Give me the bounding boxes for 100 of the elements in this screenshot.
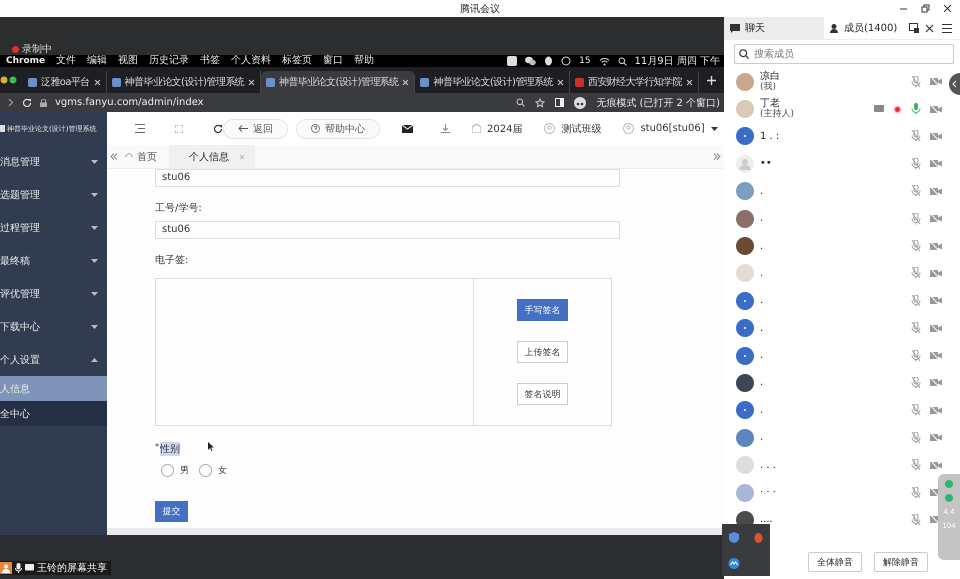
avatar-photo <box>736 374 754 392</box>
class-selector[interactable]: 测试班级 <box>544 122 602 136</box>
new-tab-icon[interactable] <box>706 76 716 84</box>
download-icon[interactable] <box>441 124 450 133</box>
avatar-photo <box>736 182 754 200</box>
sidebar-item[interactable]: 选题管理 <box>0 178 107 211</box>
mic-muted-icon <box>911 514 921 526</box>
panel-button[interactable]: 全体静音 <box>808 552 862 572</box>
page-tab[interactable]: 首页 <box>121 145 169 168</box>
menu-fold-icon[interactable] <box>135 124 145 133</box>
chat-icon <box>730 24 740 32</box>
year-selector[interactable]: 2024届 <box>472 122 522 136</box>
close-icon[interactable] <box>925 24 934 32</box>
mic-muted-icon <box>911 294 921 307</box>
site-icon <box>112 78 121 86</box>
caret-down-icon <box>91 324 98 328</box>
panel-tab[interactable]: 聊天 <box>724 17 824 39</box>
reload-icon[interactable] <box>213 124 223 134</box>
menu-item[interactable]: 个人资料 <box>231 55 272 67</box>
mic-muted-icon <box>911 350 921 362</box>
search-field[interactable]: 搜索成员 <box>734 44 954 64</box>
recording-label: 录制中 <box>22 44 52 55</box>
back-button[interactable]: 返回 <box>223 118 288 138</box>
mic-muted-icon <box>911 376 921 389</box>
sidebar-item[interactable]: 个人设置 <box>0 343 107 376</box>
incognito-label[interactable]: 无痕模式 (已打开 2 个窗口) <box>596 96 720 110</box>
building-icon <box>472 124 481 133</box>
cloud-icon[interactable] <box>728 558 740 568</box>
member-name: 1 . : <box>760 130 780 142</box>
menu-item[interactable]: 书签 <box>200 55 220 67</box>
sharer-badge: 王铃的屏幕共享 <box>0 561 111 575</box>
sidebar-item[interactable]: 过程管理 <box>0 211 107 244</box>
mail-icon[interactable] <box>402 124 413 132</box>
member-role: (我) <box>760 82 778 93</box>
camera-off-icon <box>930 240 942 252</box>
caret-down-icon <box>91 192 98 196</box>
panel-button[interactable]: 解除静音 <box>874 552 928 572</box>
shield-icon[interactable] <box>729 532 739 542</box>
radio-button[interactable] <box>161 464 174 477</box>
penguin-icon <box>544 56 554 66</box>
menu-item[interactable]: 历史记录 <box>149 55 190 67</box>
text-field[interactable]: stu06 <box>155 221 620 239</box>
mic-muted-icon <box>911 486 921 499</box>
zoom-icon[interactable] <box>516 98 526 107</box>
screen-icon <box>25 564 34 572</box>
help-button[interactable]: 帮助中心 <box>296 118 380 138</box>
member-name: . <box>760 240 764 252</box>
mic-muted-icon <box>911 212 921 225</box>
menu-item[interactable]: 视图 <box>118 55 138 67</box>
signature-button[interactable]: 上传签名 <box>517 341 568 363</box>
star-icon[interactable] <box>535 98 546 108</box>
penguin-icon[interactable] <box>752 532 764 542</box>
sidebar-item[interactable]: 下载中心 <box>0 310 107 343</box>
camera-off-icon <box>930 76 942 88</box>
browser-tab[interactable]: 神普毕业论文(设计)管理系统 <box>261 71 416 93</box>
forward-icon[interactable] <box>8 98 14 107</box>
mic-muted-icon <box>911 185 921 198</box>
app-menu[interactable]: Chrome <box>6 56 46 66</box>
user-menu[interactable]: stu06[stu06] <box>623 123 718 134</box>
restore-icon[interactable] <box>921 4 930 13</box>
sidebar-icon[interactable] <box>555 98 564 107</box>
sidebar-item[interactable]: 消息管理 <box>0 145 107 178</box>
site-icon <box>574 78 584 86</box>
camera-off-icon <box>930 268 942 279</box>
menu-item[interactable]: 编辑 <box>87 55 108 67</box>
close-icon[interactable] <box>943 4 952 13</box>
sidebar-item[interactable]: 评优管理 <box>0 277 107 310</box>
member-name: .... <box>760 514 773 526</box>
menu-item[interactable]: 窗口 <box>323 55 344 67</box>
sidebar-item[interactable]: 最终稿 <box>0 244 107 277</box>
menu-item[interactable]: 帮助 <box>354 55 374 67</box>
user-icon <box>623 123 634 134</box>
signature-button[interactable]: 签名说明 <box>517 383 568 405</box>
avatar-icon <box>736 292 754 310</box>
caret-down-icon <box>91 258 98 262</box>
fullscreen-icon[interactable] <box>175 124 183 132</box>
menu-icon[interactable] <box>942 24 952 32</box>
camera-off-icon <box>930 213 942 224</box>
address-field[interactable]: vgms.fanyu.com/admin/index <box>55 97 204 108</box>
avatar-icon <box>736 319 754 338</box>
member-name: . <box>760 186 764 197</box>
sidebar-subitem[interactable]: 全中心 <box>0 401 107 426</box>
menu-item[interactable]: 文件 <box>56 55 76 67</box>
camera-off-icon <box>930 377 942 388</box>
mic-muted-icon <box>911 459 921 472</box>
radio-label: 男 <box>180 464 189 477</box>
member-name: . <box>760 432 764 444</box>
text-field[interactable]: stu06 <box>155 169 620 187</box>
field-label: 性别 <box>160 442 180 456</box>
mic-icon <box>15 563 22 573</box>
field-label: 电子签: <box>155 254 188 267</box>
mic-muted-icon <box>911 404 921 416</box>
site-icon <box>420 78 430 86</box>
signature-button[interactable]: 手写签名 <box>517 299 568 321</box>
radio-button[interactable] <box>199 464 212 477</box>
submit-button[interactable]: 提交 <box>155 501 188 522</box>
menu-item[interactable]: 标签页 <box>282 55 312 67</box>
page-tab[interactable]: 个人信息 <box>169 145 255 168</box>
wifi-icon <box>598 56 610 66</box>
popout-icon[interactable] <box>909 23 920 33</box>
